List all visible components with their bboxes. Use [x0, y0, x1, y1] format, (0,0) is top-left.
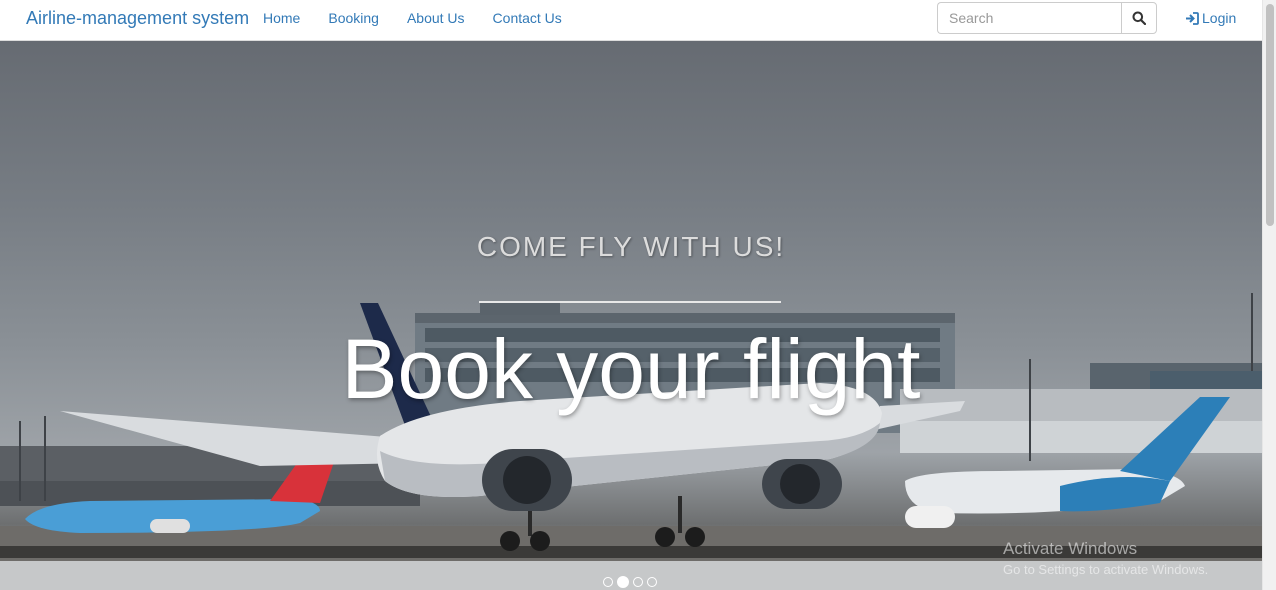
top-navbar: Airline-management system Home Booking A…: [0, 0, 1262, 41]
brand-link[interactable]: Airline-management system: [26, 8, 249, 29]
vertical-scrollbar[interactable]: [1262, 0, 1276, 590]
scrollbar-thumb[interactable]: [1266, 4, 1274, 226]
watermark-subtitle: Go to Settings to activate Windows.: [1003, 562, 1209, 577]
nav-link-home[interactable]: Home: [263, 10, 300, 26]
nav-link-contact-us[interactable]: Contact Us: [493, 10, 562, 26]
search-group: [937, 2, 1157, 34]
carousel-indicators: [603, 576, 661, 588]
airport-background-image: [0, 293, 1262, 590]
activate-windows-watermark: Activate Windows Go to Settings to activ…: [1003, 539, 1208, 577]
carousel-indicator-3[interactable]: [633, 577, 643, 587]
carousel-indicator-4[interactable]: [647, 577, 657, 587]
nav-links: Home Booking About Us Contact Us: [263, 10, 590, 26]
search-input[interactable]: [937, 2, 1121, 34]
hero-headline: Book your flight: [341, 322, 921, 416]
search-button[interactable]: [1121, 2, 1157, 34]
nav-link-about-us[interactable]: About Us: [407, 10, 465, 26]
carousel-indicator-2[interactable]: [617, 576, 629, 588]
login-label: Login: [1202, 10, 1237, 26]
login-icon: [1186, 11, 1199, 25]
carousel-indicator-1[interactable]: [603, 577, 613, 587]
hero-tagline: COME FLY WITH US!: [476, 231, 786, 262]
login-link[interactable]: Login: [1185, 10, 1236, 26]
nav-link-booking[interactable]: Booking: [328, 10, 379, 26]
hero-carousel[interactable]: COME FLY WITH US! Book your flight Activ…: [0, 41, 1262, 590]
watermark-title: Activate Windows: [1003, 539, 1138, 558]
hero-divider: [479, 301, 781, 303]
search-icon: [1132, 11, 1146, 25]
